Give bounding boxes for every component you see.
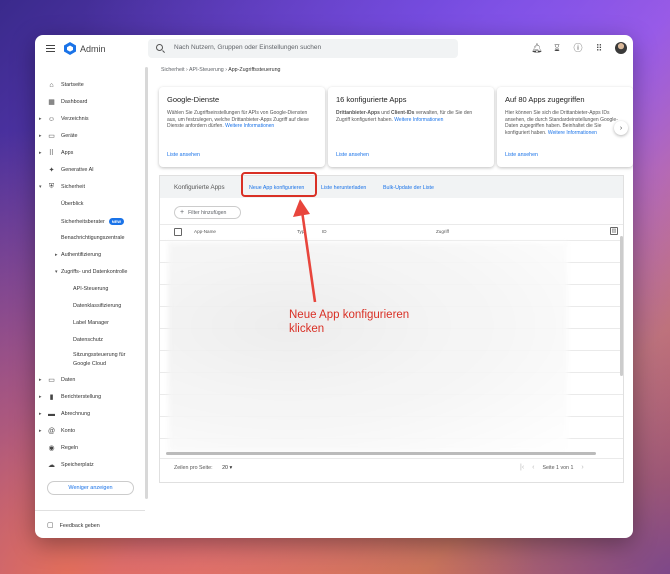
annotation-text: Neue App konfigurieren klicken (289, 309, 410, 335)
add-filter-button[interactable]: + Filter hinzufügen (174, 206, 241, 219)
top-bar: Admin Nach Nutzern, Gruppen oder Einstel… (35, 35, 633, 63)
card-accessed-apps: Auf 80 Apps zugegriffen Hier können Sie … (497, 87, 633, 167)
hourglass-icon[interactable]: ⌛︎ (552, 42, 562, 54)
show-less-button[interactable]: Weniger anzeigen (47, 481, 134, 495)
admin-logo-icon (64, 42, 76, 55)
chevron-right-icon: ▸ (55, 252, 58, 258)
breadcrumb-current: App-Zugriffssteuerung (228, 67, 281, 73)
column-settings-icon[interactable]: ▥ (610, 227, 618, 235)
chevron-right-icon: ▸ (39, 116, 42, 122)
sidebar: ⌂ Startseite ▦ Dashboard ▸ ☺︎ Verzeichni… (39, 81, 128, 470)
page-info: Seite 1 von 1 (542, 464, 574, 471)
chevron-down-icon: ▾ (229, 465, 233, 471)
search-icon (156, 44, 163, 51)
card-text: Hier können Sie sich die Drittanbieter-A… (505, 110, 618, 136)
sidebar-scrollbar[interactable] (145, 67, 148, 499)
rows-per-page-select[interactable]: 20 ▾ (222, 465, 232, 471)
first-page-icon[interactable]: |‹ (520, 464, 524, 471)
horizontal-scrollbar[interactable] (166, 452, 596, 455)
chevron-right-icon: ▸ (39, 428, 42, 434)
bulk-update-link[interactable]: Bulk-Update der Liste (383, 185, 434, 191)
info-link[interactable]: Weitere Informationen (394, 117, 443, 123)
new-badge: NEW (108, 217, 125, 225)
column-header-zugriff[interactable]: Zugriff (436, 229, 449, 234)
credit-card-icon: ▬ (48, 410, 55, 418)
card-title: 16 konfigurierte Apps (336, 95, 407, 104)
chevron-right-icon[interactable]: › (614, 121, 628, 135)
at-sign-icon: @ (47, 427, 56, 435)
help-icon[interactable]: ⓘ (573, 42, 583, 54)
card-title: Google-Dienste (167, 95, 220, 104)
info-link[interactable]: Weitere Informationen (225, 123, 274, 129)
hamburger-menu-icon[interactable] (46, 45, 55, 52)
next-page-icon[interactable]: › (581, 464, 583, 471)
cloud-icon: ☁︎ (48, 462, 55, 469)
breadcrumb-item[interactable]: Sicherheit (161, 67, 185, 73)
annotation-arrow (293, 199, 317, 303)
blurred-table-content (168, 242, 568, 452)
info-link[interactable]: Weitere Informationen (548, 130, 597, 136)
chevron-right-icon: ▸ (39, 150, 42, 156)
avatar[interactable] (615, 42, 627, 54)
apps-grid-icon: ⠿ (48, 150, 55, 157)
chevron-down-icon: ▾ (55, 269, 58, 275)
view-list-link[interactable]: Liste ansehen (505, 152, 538, 158)
sparkle-icon: ✦ (48, 167, 55, 174)
bell-icon[interactable]: 🔔︎ (531, 42, 542, 54)
panel-header: Konfigurierte Apps Neue App konfiguriere… (160, 176, 623, 198)
feedback-link[interactable]: ▢ Feedback geben (47, 521, 100, 529)
rules-icon: ◉ (48, 445, 55, 452)
apps-grid-icon[interactable]: ⠿ (594, 42, 604, 54)
prev-page-icon[interactable]: ‹ (532, 464, 534, 471)
shield-icon: ⛨ (48, 183, 55, 190)
bar-chart-icon: ▮ (49, 394, 54, 401)
folder-icon: ▭ (48, 377, 55, 384)
plus-icon: + (180, 209, 185, 216)
breadcrumb-item[interactable]: API-Steuerung (189, 67, 224, 73)
select-all-checkbox[interactable] (174, 228, 182, 236)
card-google-dienste: Google-Dienste Wählen Sie Zugriffseinste… (159, 87, 325, 167)
devices-icon: ▭ (48, 133, 55, 140)
table-footer-divider (160, 458, 623, 459)
feedback-icon: ▢ (47, 522, 54, 529)
card-title: Auf 80 Apps zugegriffen (505, 95, 585, 104)
search-bar[interactable]: Nach Nutzern, Gruppen oder Einstellungen… (148, 39, 458, 58)
chevron-right-icon: ▸ (39, 411, 42, 417)
table-divider (160, 224, 623, 225)
search-input[interactable]: Nach Nutzern, Gruppen oder Einstellungen… (174, 44, 321, 51)
chevron-right-icon: ▸ (39, 394, 42, 400)
app-title[interactable]: Admin (80, 44, 106, 54)
panel-title: Konfigurierte Apps (174, 184, 225, 191)
rows-per-page: Zeilen pro Seite: 20 ▾ (174, 465, 233, 471)
person-icon: ☺︎ (47, 115, 56, 123)
card-configured-apps: 16 konfigurierte Apps Drittanbieter-Apps… (328, 87, 494, 167)
column-header-app-name[interactable]: App-Name (194, 229, 216, 234)
view-list-link[interactable]: Liste ansehen (167, 152, 200, 158)
download-list-link[interactable]: Liste herunterladen (321, 185, 366, 191)
table-row (160, 240, 623, 241)
home-icon: ⌂ (49, 81, 54, 89)
pagination: |‹ ‹ Seite 1 von 1 › (520, 464, 584, 471)
chevron-right-icon: ▸ (39, 377, 42, 383)
admin-window: Admin Nach Nutzern, Gruppen oder Einstel… (35, 35, 633, 538)
highlight-box (241, 172, 317, 197)
vertical-scrollbar[interactable] (620, 236, 623, 376)
dashboard-icon: ▦ (48, 99, 55, 106)
card-text: Wählen Sie Zugriffseinstellungen für API… (167, 110, 309, 130)
sidebar-divider (35, 510, 145, 511)
chevron-right-icon: ▸ (39, 133, 42, 139)
view-list-link[interactable]: Liste ansehen (336, 152, 369, 158)
card-text: Drittanbieter-Apps und Client-IDs verwal… (336, 110, 473, 123)
chevron-down-icon: ▾ (39, 184, 42, 190)
breadcrumb: Sicherheit › API-Steuerung › App-Zugriff… (161, 67, 281, 73)
